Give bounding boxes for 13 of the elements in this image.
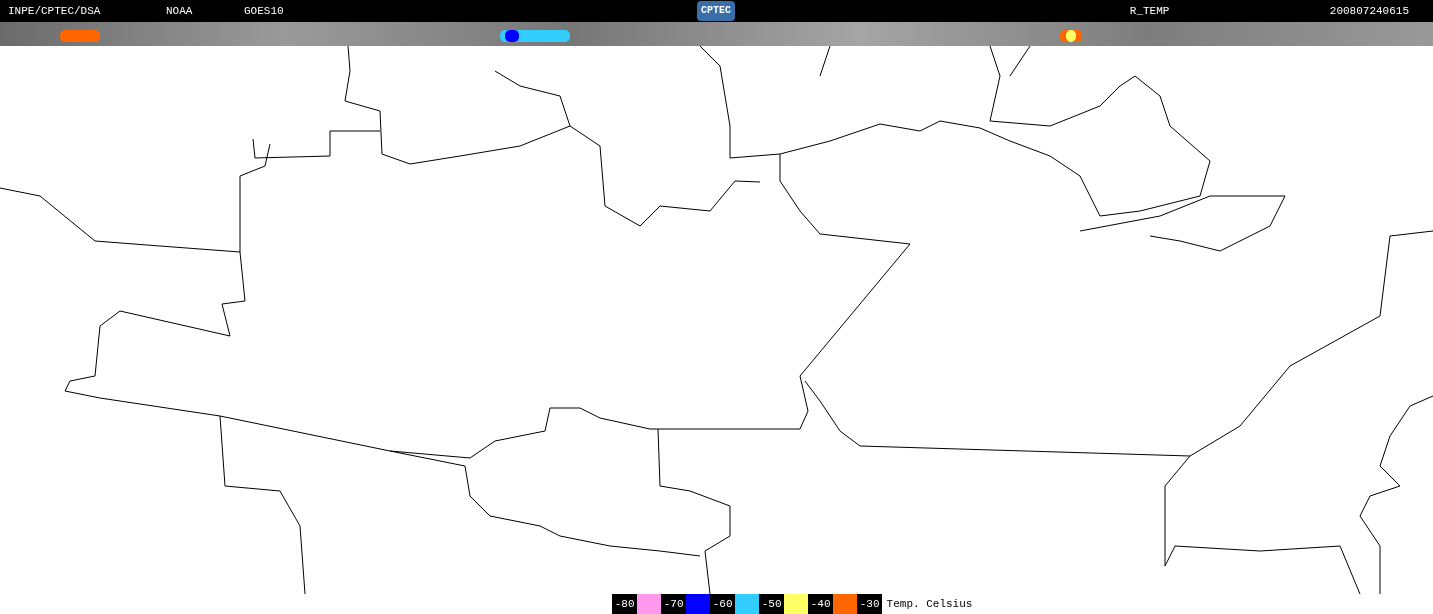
legend-label: -80	[611, 594, 637, 614]
legend-label: -70	[660, 594, 686, 614]
legend-label: -30	[856, 594, 882, 614]
logo: CPTEC	[696, 1, 735, 21]
timestamp: 200807240615	[1329, 3, 1410, 19]
legend-label: -50	[758, 594, 784, 614]
header-label: GOES10	[244, 3, 285, 19]
legend-unit: Temp. Celsius	[885, 596, 974, 612]
legend-label: -40	[807, 594, 833, 614]
header-label: NOAA	[166, 3, 194, 19]
header-label: INPE/CPTEC/DSA	[8, 3, 102, 19]
legend-label: -60	[709, 594, 735, 614]
product-label: R_TEMP	[1129, 3, 1171, 19]
